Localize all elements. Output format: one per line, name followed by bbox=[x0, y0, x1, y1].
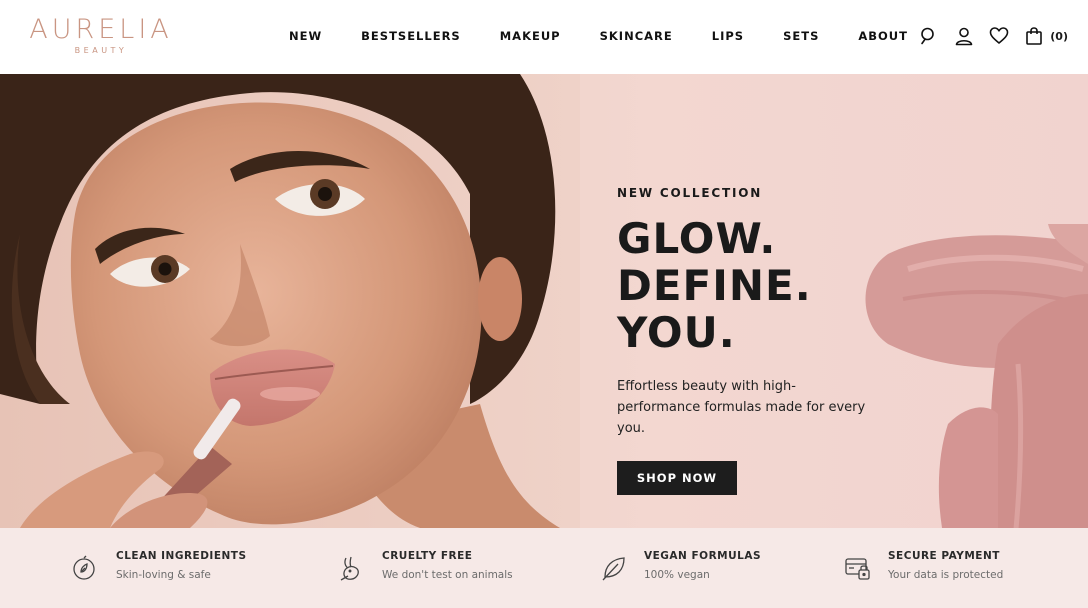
nav-item-bestsellers[interactable]: BESTSELLERS bbox=[361, 29, 461, 43]
nav-item-sets[interactable]: SETS bbox=[783, 29, 819, 43]
hero-headline: GLOW. DEFINE. YOU. bbox=[617, 215, 877, 356]
feature-clean-ingredients: CLEAN INGREDIENTS Skin-loving & safe bbox=[72, 550, 247, 582]
hero-subcopy: Effortless beauty with high-performance … bbox=[617, 379, 866, 436]
hero-content: NEW COLLECTION GLOW. DEFINE. YOU. Effort… bbox=[617, 186, 877, 495]
brand-logo[interactable]: AURELIA BEAUTY bbox=[26, 14, 176, 56]
drop-leaf-icon bbox=[73, 555, 95, 580]
feature-secure-payment: SECURE PAYMENT Your data is protected bbox=[844, 550, 1003, 582]
nav-item-skincare[interactable]: SKINCARE bbox=[600, 29, 673, 43]
cart-count[interactable]: (0) bbox=[1050, 30, 1068, 43]
feature-subtitle: 100% vegan bbox=[644, 569, 710, 581]
secure-card-icon bbox=[845, 558, 870, 580]
feature-title: SECURE PAYMENT bbox=[888, 550, 1000, 562]
search-icon[interactable] bbox=[919, 26, 939, 46]
brand-tagline: BEAUTY bbox=[74, 46, 128, 55]
site-header: AURELIA BEAUTY NEW BESTSELLERS MAKEUP SK… bbox=[0, 0, 1088, 74]
feature-cruelty-free: CRUELTY FREE We don't test on animals bbox=[338, 550, 513, 582]
shop-now-button[interactable]: SHOP NOW bbox=[617, 461, 737, 495]
feature-subtitle: Your data is protected bbox=[888, 569, 1004, 581]
header-actions: (0) bbox=[919, 26, 1068, 46]
bunny-icon bbox=[340, 556, 359, 581]
hero-headline-line: GLOW. bbox=[617, 214, 777, 263]
heart-icon[interactable] bbox=[989, 26, 1009, 46]
user-icon[interactable] bbox=[954, 26, 974, 46]
feature-title: CLEAN INGREDIENTS bbox=[116, 550, 247, 562]
nav-item-lips[interactable]: LIPS bbox=[712, 29, 744, 43]
feature-title: VEGAN FORMULAS bbox=[644, 550, 762, 562]
feature-subtitle: Skin-loving & safe bbox=[116, 569, 211, 581]
bag-icon[interactable] bbox=[1024, 26, 1044, 46]
hero-model-image bbox=[0, 74, 580, 528]
nav-item-new[interactable]: NEW bbox=[289, 29, 322, 43]
nav-item-about[interactable]: ABOUT bbox=[858, 29, 908, 43]
nav-item-makeup[interactable]: MAKEUP bbox=[500, 29, 561, 43]
feature-vegan-formulas: VEGAN FORMULAS 100% vegan bbox=[600, 550, 761, 582]
hero-banner: NEW COLLECTION GLOW. DEFINE. YOU. Effort… bbox=[0, 74, 1088, 528]
main-nav: NEW BESTSELLERS MAKEUP SKINCARE LIPS SET… bbox=[289, 29, 908, 43]
features-bar: CLEAN INGREDIENTS Skin-loving & safe CRU… bbox=[0, 528, 1088, 608]
lipstick-swatch-image bbox=[865, 224, 1088, 528]
hero-eyebrow: NEW COLLECTION bbox=[617, 186, 763, 200]
hero-headline-line: YOU. bbox=[617, 308, 736, 357]
leaf-icon bbox=[602, 557, 625, 581]
feature-title: CRUELTY FREE bbox=[382, 550, 473, 562]
brand-name: AURELIA bbox=[29, 14, 173, 45]
feature-subtitle: We don't test on animals bbox=[382, 569, 513, 581]
hero-headline-line: DEFINE. bbox=[617, 261, 812, 310]
